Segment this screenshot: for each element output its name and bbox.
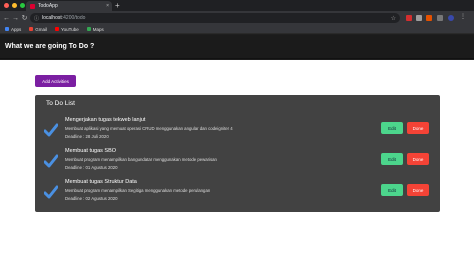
extension-icon[interactable] [416, 15, 422, 21]
bookmark-maps[interactable]: Maps [86, 26, 104, 32]
checkmark-icon [44, 154, 58, 168]
bookmark-gmail[interactable]: Gmail [29, 27, 47, 32]
checkmark-icon [44, 185, 58, 199]
back-icon[interactable]: ← [2, 15, 11, 22]
minimize-window-icon[interactable] [12, 3, 17, 8]
checkmark-icon [44, 123, 58, 137]
todo-item: Mengerjakan tugas tekweb lanjut Membuat … [44, 117, 434, 145]
youtube-icon [55, 27, 60, 31]
browser-toolbar: ← → ↻ ⓘ localhost:4200/todo ☆ ⋮ [0, 11, 474, 25]
todo-description: Membuat aplikasi yang memuat operasi CRU… [65, 126, 233, 131]
browser-tab[interactable]: TodoApp × [26, 1, 112, 11]
todo-item: Membuat tugas SBO Membuat program menamp… [44, 148, 434, 176]
edit-button[interactable]: Edit [381, 122, 403, 134]
edit-button[interactable]: Edit [381, 153, 403, 165]
profile-avatar-icon[interactable] [448, 15, 454, 21]
done-button[interactable]: Done [407, 184, 429, 196]
todo-list-title: To Do List [46, 100, 75, 107]
maps-icon [86, 27, 91, 31]
bookmarks-bar: Apps Gmail YouTube Maps [0, 25, 474, 34]
tab-title: TodoApp [38, 3, 58, 9]
url-host: localhost [42, 15, 62, 21]
extensions-puzzle-icon[interactable] [437, 15, 443, 21]
todo-deadline: Deadline : 02 Agustus 2020 [65, 196, 118, 201]
browser-tab-bar: TodoApp × + [0, 0, 474, 11]
info-icon[interactable]: ⓘ [34, 15, 39, 22]
menu-kebab-icon[interactable]: ⋮ [460, 14, 466, 20]
extension-icon[interactable] [426, 15, 432, 21]
todo-description: Membuat program menampilkan Segitiga men… [65, 188, 211, 193]
bookmark-label: YouTube [61, 26, 79, 32]
tab-close-icon[interactable]: × [106, 3, 109, 9]
done-button[interactable]: Done [407, 153, 429, 165]
done-button[interactable]: Done [407, 122, 429, 134]
forward-icon[interactable]: → [11, 15, 20, 22]
todo-item: Membuat tugas Struktur Data Membuat prog… [44, 179, 434, 207]
maximize-window-icon[interactable] [20, 3, 25, 8]
todo-list-card: To Do List Mengerjakan tugas tekweb lanj… [35, 95, 440, 212]
add-activities-button[interactable]: Add Activities [35, 75, 76, 87]
url-text: localhost:4200/todo [42, 15, 85, 21]
reload-icon[interactable]: ↻ [20, 14, 29, 22]
bookmark-label: Maps [92, 26, 104, 32]
bookmark-star-icon[interactable]: ☆ [391, 15, 396, 22]
todo-deadline: Deadline : 01 Agustus 2020 [65, 165, 118, 170]
new-tab-button[interactable]: + [115, 1, 120, 10]
app-body: Add Activities To Do List Mengerjakan tu… [0, 60, 474, 256]
todo-title: Mengerjakan tugas tekweb lanjut [65, 117, 146, 123]
angular-favicon-icon [30, 3, 35, 9]
close-window-icon[interactable] [4, 3, 9, 8]
bookmark-label: Apps [11, 26, 22, 32]
todo-deadline: Deadline : 28 Juli 2020 [65, 134, 109, 139]
url-path: :4200/todo [61, 15, 86, 21]
edit-button[interactable]: Edit [381, 184, 403, 196]
app-header: What we are going To Do ? [0, 35, 474, 59]
gmail-icon [29, 27, 34, 31]
todo-title: Membuat tugas SBO [65, 148, 117, 154]
bookmark-youtube[interactable]: YouTube [55, 27, 79, 32]
bookmark-apps[interactable]: Apps [5, 27, 21, 32]
bookmark-label: Gmail [35, 26, 48, 32]
todo-description: Membuat program menampilkan bangundatar … [65, 157, 217, 162]
apps-grid-icon [5, 27, 9, 31]
window-controls [4, 3, 25, 8]
extension-icon[interactable] [406, 15, 412, 21]
page-title: What we are going To Do ? [5, 43, 95, 50]
address-bar[interactable]: ⓘ localhost:4200/todo ☆ [30, 13, 400, 23]
todo-title: Membuat tugas Struktur Data [65, 179, 137, 185]
